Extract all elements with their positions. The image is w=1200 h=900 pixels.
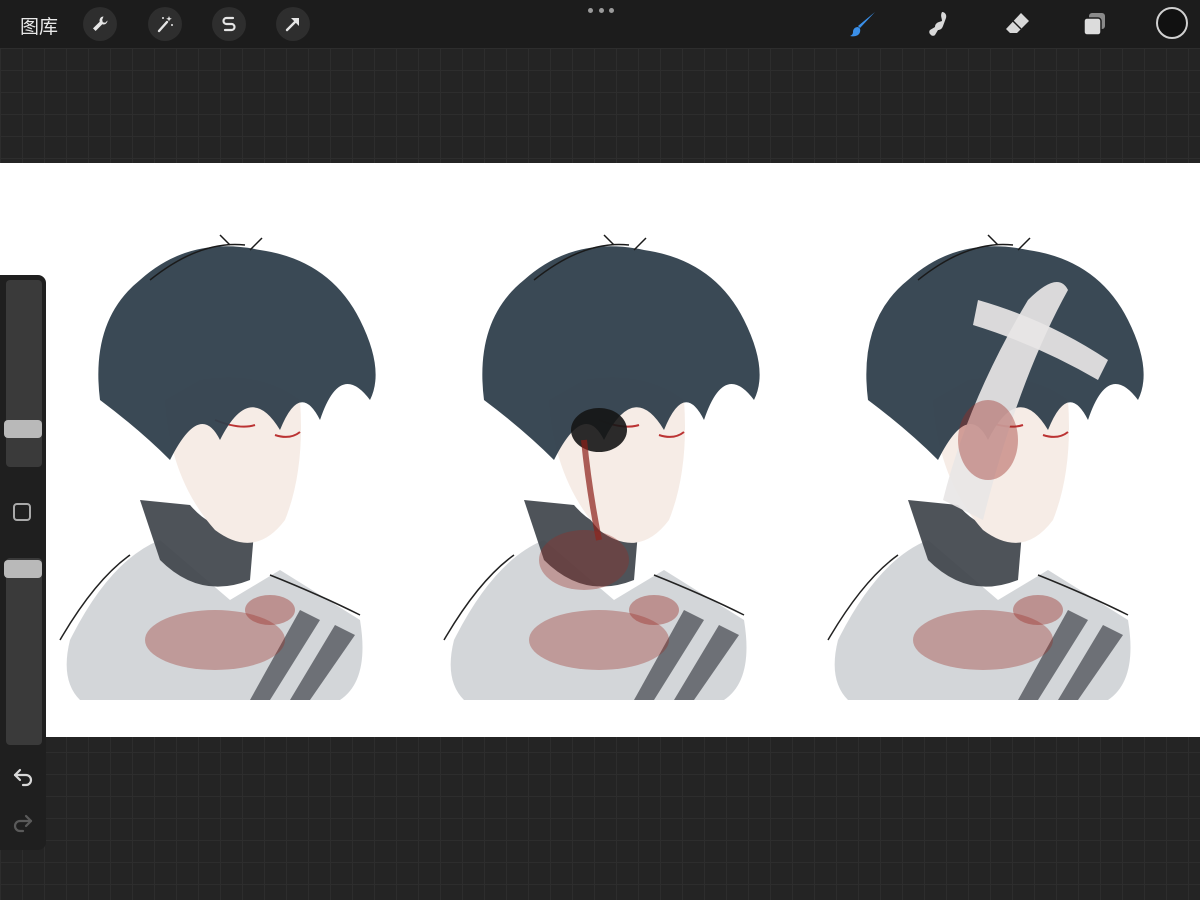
layers-icon [1083,13,1105,36]
dot [598,8,604,13]
dot [609,8,614,13]
adjustments-button[interactable] [148,7,182,41]
modify-button[interactable] [13,503,31,521]
brush-tool-button[interactable] [845,6,881,42]
transform-button[interactable] [276,7,310,41]
top-toolbar: 图库 [0,0,1200,48]
layers-button[interactable] [1077,6,1113,42]
actions-button[interactable] [83,7,117,41]
left-sidebar [0,275,46,850]
drawing-canvas[interactable] [46,163,1200,737]
gallery-button[interactable]: 图库 [20,12,58,39]
wrench-icon [93,16,108,31]
color-picker-button[interactable] [1156,7,1188,39]
smudge-icon [929,12,947,36]
selection-button[interactable] [212,7,246,41]
smudge-tool-button[interactable] [921,6,957,42]
artwork-portraits [46,163,1200,737]
transform-arrow-icon [285,18,299,32]
opacity-thumb[interactable] [4,560,42,578]
dot [588,8,593,13]
more-options-handle[interactable] [588,8,614,16]
brush-size-thumb[interactable] [4,420,42,438]
selection-icon [222,16,236,32]
brush-size-slider[interactable] [6,280,42,467]
magic-wand-icon [157,16,173,33]
brush-icon [850,12,875,37]
redo-icon[interactable] [11,810,35,834]
eraser-icon [1006,13,1029,33]
opacity-slider[interactable] [6,558,42,745]
undo-icon[interactable] [11,764,35,788]
eraser-tool-button[interactable] [999,6,1035,42]
